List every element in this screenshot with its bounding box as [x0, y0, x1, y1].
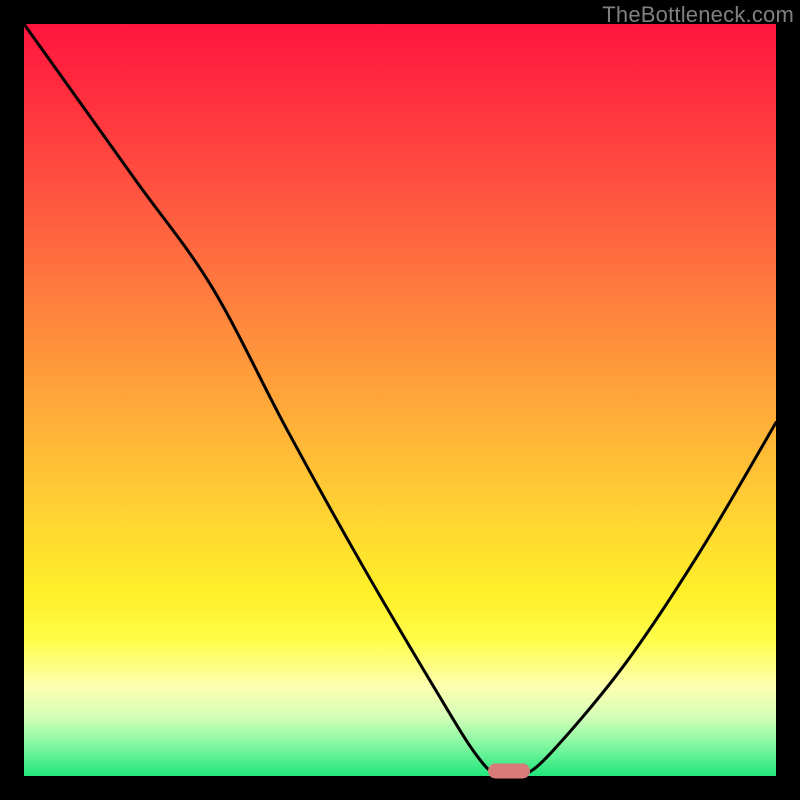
watermark-text: TheBottleneck.com: [602, 2, 794, 28]
plot-area: [24, 24, 776, 776]
bottleneck-curve: [24, 24, 776, 776]
curve-path: [24, 24, 776, 776]
chart-frame: TheBottleneck.com: [0, 0, 800, 800]
optimal-marker: [488, 763, 530, 778]
